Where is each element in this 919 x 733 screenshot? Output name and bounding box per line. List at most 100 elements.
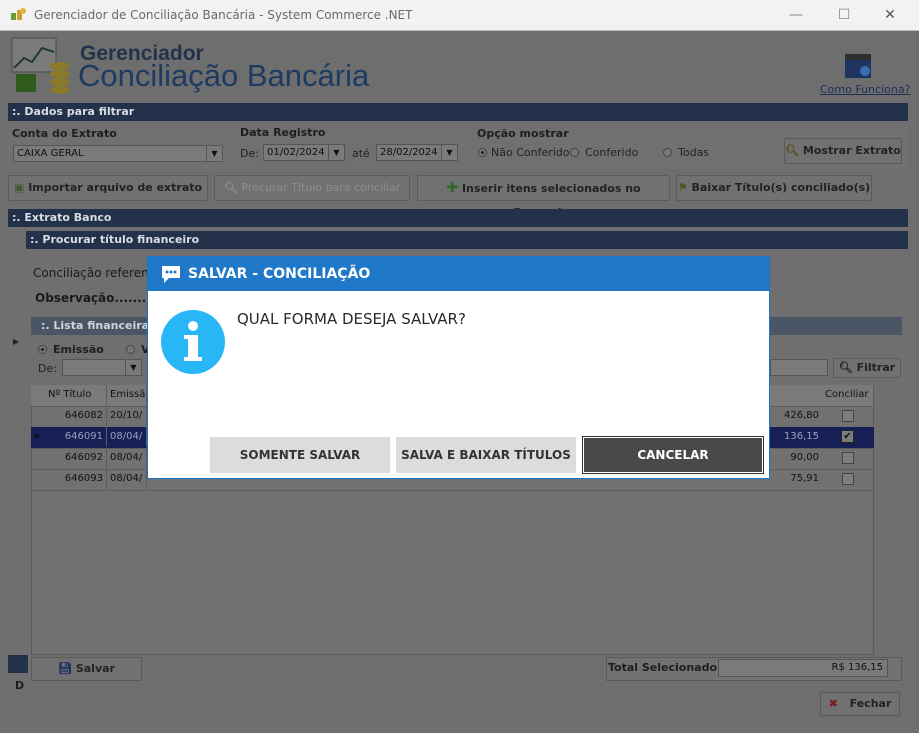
conta-select[interactable]: CAIXA GERAL ▼	[13, 145, 223, 162]
conciliar-checkbox[interactable]	[842, 452, 854, 464]
date-to-field[interactable]: 28/02/2024 ▼	[376, 144, 458, 161]
radio-nao-conferido-label: Não Conferido	[491, 146, 570, 159]
ate-label: até	[352, 147, 370, 160]
somente-salvar-button[interactable]: SOMENTE SALVAR	[210, 437, 390, 473]
chevron-down-icon[interactable]: ▼	[206, 146, 222, 161]
close-icon[interactable]: ✕	[876, 5, 904, 25]
mostrar-extrato-button[interactable]: 🔍︎ Mostrar Extrato	[784, 138, 902, 164]
observacao-label: Observação..........	[35, 291, 160, 305]
logo-icon	[10, 36, 74, 96]
window-titlebar: Gerenciador de Conciliação Bancária - Sy…	[0, 0, 919, 31]
confirm-dialog: SALVAR - CONCILIAÇÃO QUAL FORMA DESEJA S…	[147, 256, 770, 479]
row-pointer-icon: ▶	[35, 432, 41, 440]
conciliar-checkbox[interactable]	[842, 473, 854, 485]
radio-conferido-label: Conferido	[585, 146, 639, 159]
date-to-value: 28/02/2024	[380, 147, 438, 158]
total-label: Total Selecionado:	[608, 661, 722, 674]
info-icon	[160, 309, 226, 375]
salvar-label: Salvar	[75, 662, 115, 675]
conciliacao-label: Conciliação referen	[33, 266, 149, 280]
lower-section-bar	[8, 655, 28, 673]
inserir-itens-button[interactable]: ✚ Inserir itens selecionados no financei…	[417, 175, 670, 219]
radio-emissao[interactable]	[38, 345, 47, 354]
lista-search-field[interactable]	[770, 359, 828, 376]
total-value: R$ 136,15	[831, 662, 883, 673]
conciliar-checkbox-checked[interactable]: ✔	[841, 430, 854, 443]
close-icon: ✖	[828, 697, 838, 710]
conta-label: Conta do Extrato	[12, 127, 117, 140]
total-value-field: R$ 136,15	[718, 659, 888, 677]
video-icon[interactable]	[844, 52, 874, 80]
chat-icon	[160, 264, 182, 284]
date-from-field[interactable]: 01/02/2024 ▼	[263, 144, 345, 161]
conciliar-checkbox[interactable]	[842, 410, 854, 422]
column-header-conciliar[interactable]: Conciliar	[822, 385, 874, 405]
lista-date-field[interactable]: ▼	[62, 359, 142, 376]
window-title: Gerenciador de Conciliação Bancária - Sy…	[34, 8, 413, 22]
row-titulo: 646092	[45, 448, 107, 468]
row-emissao: 20/10/	[107, 406, 147, 426]
calendar-dropdown-icon[interactable]: ▼	[441, 145, 457, 160]
procurar-section-bar: :. Procurar título financeiro	[26, 231, 908, 249]
salvar-button[interactable]: 💾︎ Salvar	[31, 657, 142, 681]
procurar-label: Procurar Título para conciliar	[241, 181, 401, 194]
radio-nao-conferido[interactable]	[478, 148, 487, 157]
row-emissao: 08/04/	[107, 469, 147, 489]
baixar-label: Baixar Título(s) conciliado(s)	[691, 181, 871, 194]
row-valor: 426,80	[784, 410, 819, 421]
row-emissao: 08/04/	[107, 448, 147, 468]
row-pointer-icon: ▶	[13, 337, 20, 346]
radio-vencimento[interactable]	[126, 345, 135, 354]
search-icon: 🔍︎	[838, 361, 853, 374]
chevron-down-icon[interactable]: ▼	[125, 360, 141, 375]
fechar-button[interactable]: ✖ Fechar	[820, 692, 900, 716]
radio-conferido[interactable]	[570, 148, 579, 157]
opcao-label: Opção mostrar	[477, 127, 569, 140]
minimize-icon[interactable]: —	[782, 5, 810, 25]
row-titulo: 646093	[45, 469, 107, 489]
mostrar-extrato-label: Mostrar Extrato	[802, 144, 901, 157]
search-icon: 🔍︎	[785, 144, 800, 157]
row-valor: 90,00	[790, 452, 819, 463]
app-icon	[10, 7, 26, 21]
import-icon: ▣	[13, 181, 25, 194]
dialog-message: QUAL FORMA DESEJA SALVAR?	[237, 310, 466, 328]
importar-label: Importar arquivo de extrato	[28, 181, 203, 194]
procurar-titulo-button[interactable]: 🔍︎ Procurar Título para conciliar	[214, 175, 410, 201]
lower-d-label: D	[15, 679, 25, 692]
row-valor: 75,91	[790, 473, 819, 484]
row-valor: 136,15	[784, 431, 819, 442]
baixar-titulos-button[interactable]: ⚑ Baixar Título(s) conciliado(s)	[676, 175, 872, 201]
conta-value: CAIXA GERAL	[17, 148, 84, 159]
column-header-emissao[interactable]: Emissã	[107, 385, 147, 405]
plus-icon: ✚	[446, 180, 459, 196]
filter-section-bar: :. Dados para filtrar	[8, 103, 908, 121]
row-emissao: 08/04/	[107, 427, 147, 447]
dialog-header: SALVAR - CONCILIAÇÃO	[148, 257, 769, 291]
radio-emissao-label: Emissão	[53, 343, 104, 356]
radio-todas-label: Todas	[678, 146, 710, 159]
fechar-label: Fechar	[849, 697, 892, 710]
salvar-e-baixar-button[interactable]: SALVA E BAIXAR TÍTULOS	[396, 437, 576, 473]
flag-icon: ⚑	[677, 181, 688, 194]
importar-button[interactable]: ▣ Importar arquivo de extrato	[8, 175, 208, 201]
radio-todas[interactable]	[663, 148, 672, 157]
header-title-line2: Conciliação Bancária	[78, 58, 370, 93]
column-header-titulo[interactable]: Nº Título	[45, 385, 107, 405]
calendar-dropdown-icon[interactable]: ▼	[328, 145, 344, 160]
dialog-title: SALVAR - CONCILIAÇÃO	[188, 266, 371, 282]
cancelar-button[interactable]: CANCELAR	[583, 437, 763, 473]
extrato-section-bar: :. Extrato Banco	[8, 209, 908, 227]
maximize-icon[interactable]: ☐	[830, 5, 858, 25]
date-from-value: 01/02/2024	[267, 147, 325, 158]
row-titulo: 646091	[45, 427, 107, 447]
lista-de-label: De:	[38, 362, 57, 375]
lista-section-title: :. Lista financeira p	[41, 319, 161, 332]
search-icon: 🔍︎	[223, 181, 238, 194]
help-link[interactable]: Como Funciona?	[820, 83, 910, 96]
filtrar-button[interactable]: 🔍︎ Filtrar	[833, 358, 901, 378]
filtrar-label: Filtrar	[856, 361, 896, 374]
row-titulo: 646082	[45, 406, 107, 426]
save-icon: 💾︎	[58, 662, 72, 675]
de-label: De:	[240, 147, 259, 160]
